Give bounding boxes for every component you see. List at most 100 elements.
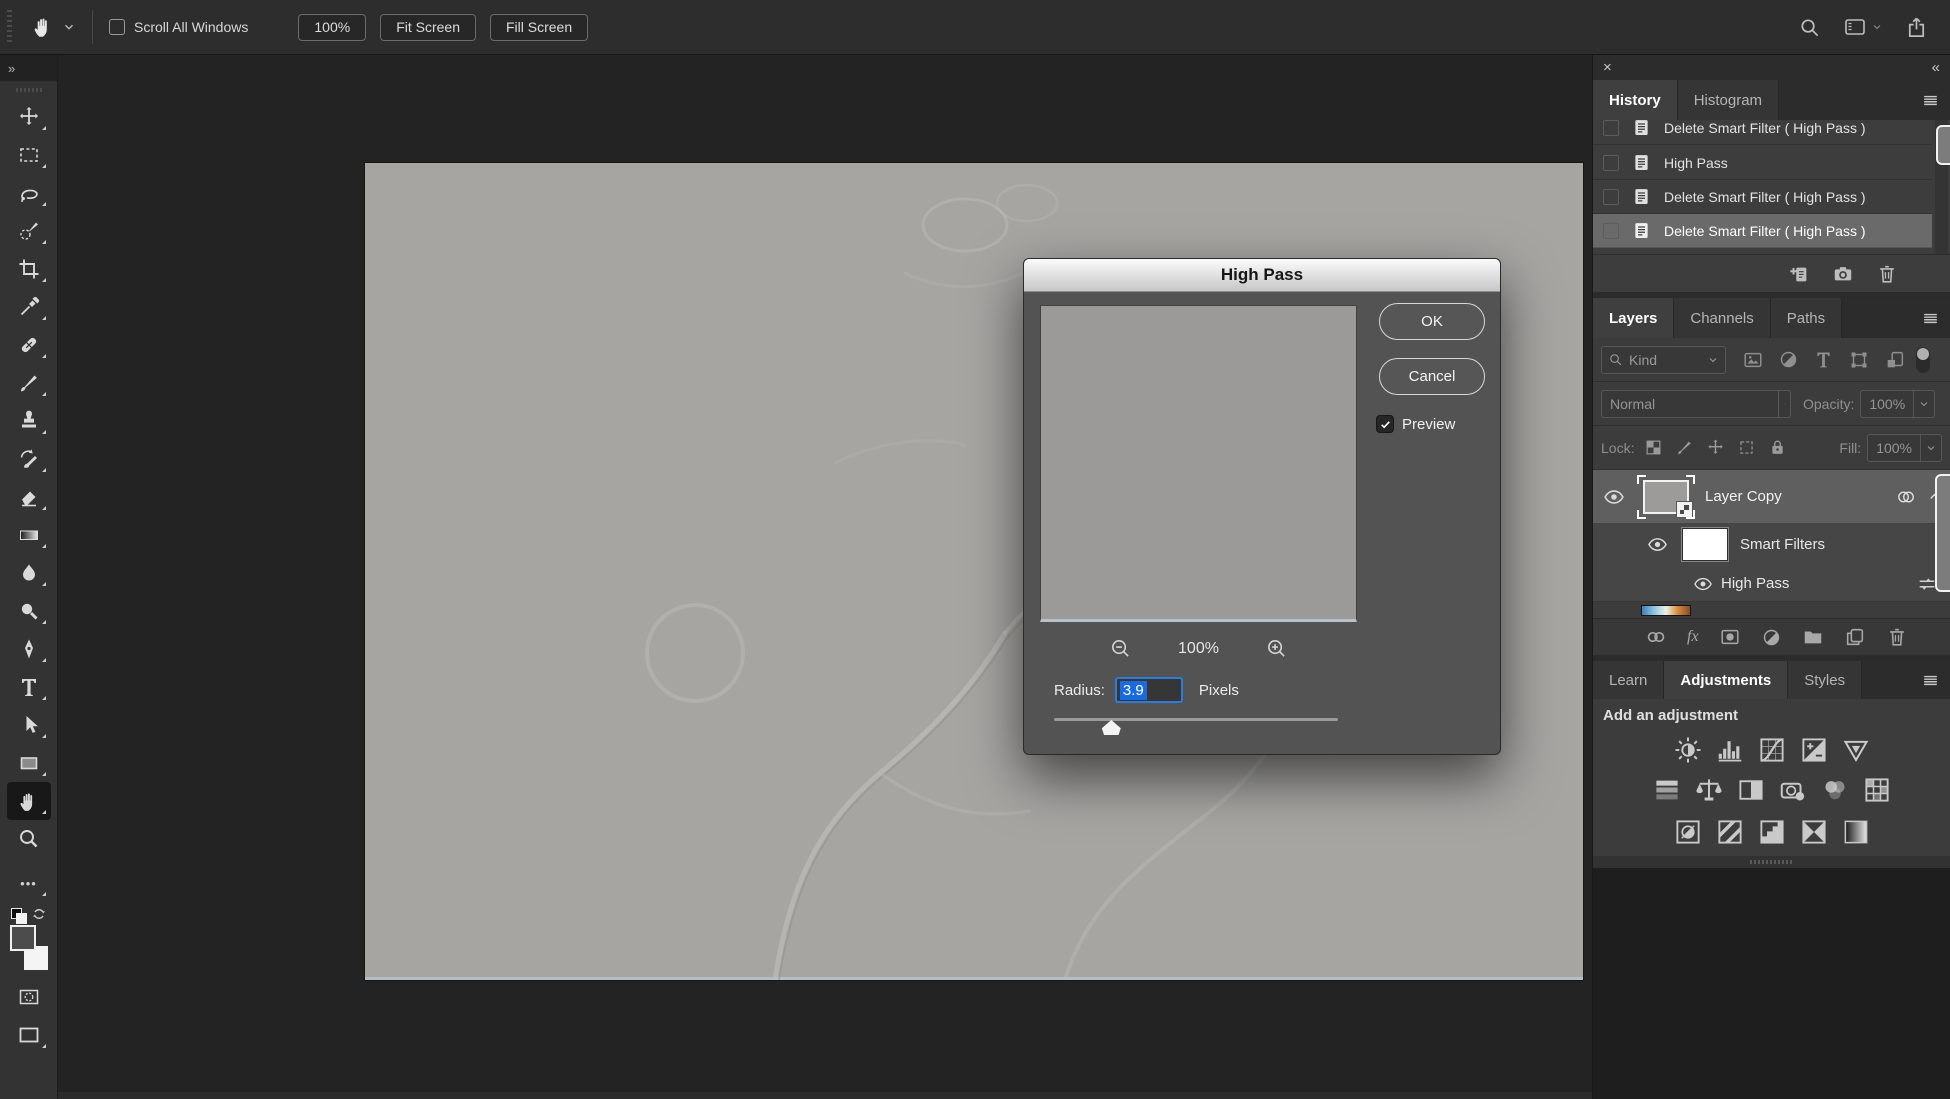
swap-colors-icon[interactable] xyxy=(31,906,47,922)
hue-saturation-icon[interactable] xyxy=(1652,775,1682,805)
history-source-checkbox[interactable] xyxy=(1603,155,1619,171)
tool-lasso[interactable] xyxy=(7,174,51,212)
panel-menu-icon[interactable] xyxy=(1921,309,1940,328)
radius-input[interactable]: 3.9 xyxy=(1115,677,1183,703)
tool-crop[interactable] xyxy=(7,250,51,288)
levels-icon[interactable] xyxy=(1715,735,1745,765)
preview-checkbox[interactable] xyxy=(1376,415,1394,433)
tool-zoom[interactable] xyxy=(7,820,51,858)
zoom-100-button[interactable]: 100% xyxy=(298,14,366,41)
layer-style-fx-icon[interactable]: fx xyxy=(1687,628,1699,646)
new-document-from-state-icon[interactable] xyxy=(1788,263,1810,285)
gradient-map-icon[interactable] xyxy=(1799,817,1829,847)
tool-shape[interactable] xyxy=(7,744,51,782)
history-item[interactable]: Delete Smart Filter ( High Pass ) xyxy=(1593,120,1932,145)
tool-eraser[interactable] xyxy=(7,478,51,516)
tab-adjustments[interactable]: Adjustments xyxy=(1664,661,1788,699)
layers-scrollbar-thumb[interactable] xyxy=(1935,474,1950,592)
smart-filters-row[interactable]: Smart Filters xyxy=(1593,523,1950,566)
toolbar-grip[interactable] xyxy=(16,88,42,92)
visibility-eye-icon[interactable] xyxy=(1603,486,1625,508)
tab-learn[interactable]: Learn xyxy=(1593,661,1664,699)
dialog-title[interactable]: High Pass xyxy=(1024,259,1500,292)
tool-clone-stamp[interactable] xyxy=(7,402,51,440)
radius-slider-track[interactable] xyxy=(1054,718,1338,721)
filter-pixel-layers-icon[interactable] xyxy=(1742,349,1764,371)
ok-button[interactable]: OK xyxy=(1379,303,1485,340)
tool-marquee[interactable] xyxy=(7,136,51,174)
layers-scrollbar[interactable] xyxy=(1934,474,1947,602)
new-snapshot-icon[interactable] xyxy=(1832,263,1854,285)
invert-icon[interactable] xyxy=(1673,817,1703,847)
fit-screen-button[interactable]: Fit Screen xyxy=(380,14,476,41)
tool-healing-brush[interactable] xyxy=(7,326,51,364)
tool-eyedropper[interactable] xyxy=(7,288,51,326)
options-bar-grip[interactable] xyxy=(7,10,12,44)
lock-all-icon[interactable] xyxy=(1768,438,1787,457)
tool-path-select[interactable] xyxy=(7,706,51,744)
panel-collapse-icon[interactable]: « xyxy=(1932,59,1940,76)
high-pass-filter-row[interactable]: High Pass xyxy=(1593,566,1950,602)
tab-channels[interactable]: Channels xyxy=(1674,298,1770,338)
fill-dropdown[interactable]: 100% xyxy=(1867,434,1942,462)
layer-row-selected[interactable]: Layer Copy xyxy=(1593,470,1950,523)
selective-color-icon[interactable] xyxy=(1841,817,1871,847)
history-item-selected[interactable]: Delete Smart Filter ( High Pass ) xyxy=(1593,214,1932,248)
opacity-dropdown[interactable]: 100% xyxy=(1860,390,1935,418)
workspace-icon[interactable] xyxy=(1843,15,1867,39)
cancel-button[interactable]: Cancel xyxy=(1379,358,1485,395)
tab-history[interactable]: History xyxy=(1593,80,1678,120)
layer-thumbnail[interactable] xyxy=(1637,475,1695,519)
lock-artboard-icon[interactable] xyxy=(1737,438,1756,457)
tool-type[interactable] xyxy=(7,668,51,706)
tool-blur[interactable] xyxy=(7,554,51,592)
layer-filter-toggle[interactable] xyxy=(1916,347,1930,373)
quick-mask-button[interactable] xyxy=(7,978,51,1016)
delete-layer-icon[interactable] xyxy=(1886,626,1908,648)
vibrance-icon[interactable] xyxy=(1841,735,1871,765)
tool-quick-select[interactable] xyxy=(7,212,51,250)
lock-position-icon[interactable] xyxy=(1706,438,1725,457)
high-pass-filter-label[interactable]: High Pass xyxy=(1721,575,1789,592)
posterize-icon[interactable] xyxy=(1715,817,1745,847)
lock-pixels-icon[interactable] xyxy=(1675,438,1694,457)
threshold-icon[interactable] xyxy=(1757,817,1787,847)
brightness-contrast-icon[interactable] xyxy=(1673,735,1703,765)
exposure-icon[interactable] xyxy=(1799,735,1829,765)
tool-pen[interactable] xyxy=(7,630,51,668)
color-swatches[interactable] xyxy=(9,908,49,970)
lock-transparency-icon[interactable] xyxy=(1644,438,1663,457)
screen-mode-button[interactable] xyxy=(7,1016,51,1054)
tab-paths[interactable]: Paths xyxy=(1771,298,1842,338)
panel-menu-icon[interactable] xyxy=(1921,671,1940,690)
tool-hand[interactable] xyxy=(7,782,51,820)
panel-menu-icon[interactable] xyxy=(1921,91,1940,110)
link-layers-icon[interactable] xyxy=(1645,626,1667,648)
dialog-preview-area[interactable] xyxy=(1040,305,1357,622)
tool-dodge[interactable] xyxy=(7,592,51,630)
chevron-down-icon[interactable] xyxy=(1871,21,1883,33)
tab-styles[interactable]: Styles xyxy=(1788,661,1862,699)
layer-row-partial[interactable] xyxy=(1593,602,1950,618)
scroll-all-windows-checkbox[interactable] xyxy=(109,19,125,35)
curves-icon[interactable] xyxy=(1757,735,1787,765)
color-lookup-icon[interactable] xyxy=(1862,775,1892,805)
foreground-color-swatch[interactable] xyxy=(10,925,36,951)
filter-smart-objects-icon[interactable] xyxy=(1884,349,1906,371)
new-adjustment-layer-icon[interactable] xyxy=(1761,627,1782,648)
radius-slider-thumb[interactable] xyxy=(1102,720,1121,735)
fill-screen-button[interactable]: Fill Screen xyxy=(490,14,588,41)
tool-history-brush[interactable] xyxy=(7,440,51,478)
black-white-icon[interactable] xyxy=(1736,775,1766,805)
history-scrollbar[interactable] xyxy=(1935,120,1948,254)
tool-brush[interactable] xyxy=(7,364,51,402)
toolbar-ellipsis-button[interactable]: ••• xyxy=(7,864,51,902)
kind-filter-dropdown[interactable]: Kind xyxy=(1601,346,1726,374)
history-source-checkbox[interactable] xyxy=(1603,189,1619,205)
zoom-out-icon[interactable] xyxy=(1109,637,1132,660)
color-balance-icon[interactable] xyxy=(1694,775,1724,805)
history-source-checkbox[interactable] xyxy=(1603,120,1619,136)
new-group-icon[interactable] xyxy=(1802,626,1824,648)
history-item[interactable]: High Pass xyxy=(1593,146,1932,180)
visibility-eye-icon[interactable] xyxy=(1647,534,1668,555)
